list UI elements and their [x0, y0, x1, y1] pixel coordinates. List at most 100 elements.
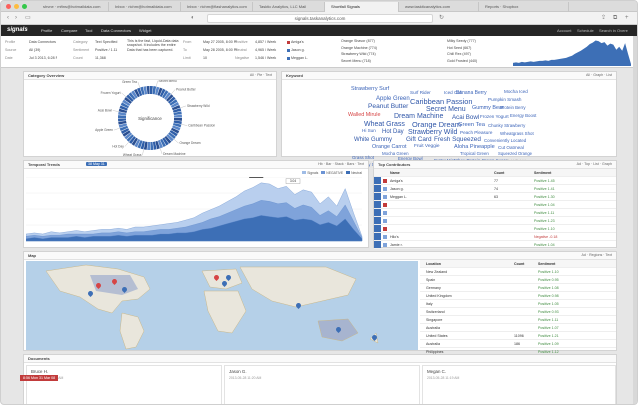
category-label[interactable]: Frozen Yogurt: [101, 91, 121, 95]
south-america[interactable]: [119, 312, 145, 350]
keyword-term[interactable]: Caribbean Passion: [410, 98, 472, 106]
keyword-term[interactable]: Orange Carrot: [372, 144, 406, 150]
category-label[interactable]: Hot Day: [112, 144, 124, 148]
table-row[interactable]: Positive 1.04: [374, 201, 616, 209]
tabs-icon[interactable]: ⧉: [613, 15, 617, 22]
europe[interactable]: [201, 268, 243, 290]
keyword-term[interactable]: Secret Menu: [426, 106, 466, 113]
category-label[interactable]: Apple Green: [95, 128, 113, 132]
table-row[interactable]: Switzerland Positive 0.93: [420, 308, 616, 316]
ring-segment[interactable]: [150, 141, 154, 150]
column-header[interactable]: Sentiment: [538, 262, 555, 266]
browser-tab[interactable]: Reports · Shopbox: [479, 2, 569, 12]
keyword-term[interactable]: Banana Berry: [456, 91, 487, 96]
keyword-term[interactable]: Fresh Squeezed: [434, 136, 481, 143]
table-row[interactable]: United Kingdom Positive 0.98: [420, 292, 616, 300]
global-search[interactable]: Search in Overe: [599, 28, 628, 33]
column-header[interactable]: Sentiment: [534, 171, 551, 175]
table-row[interactable]: Amiga's 77 Positive 1.45: [374, 177, 616, 185]
world-map[interactable]: [26, 261, 418, 350]
category-label[interactable]: Strawberry Wild: [187, 104, 210, 108]
keyword-term[interactable]: Squeezed Orange: [498, 151, 532, 156]
browser-tab[interactable]: Inbox · richm@hotmaildata.com: [109, 2, 181, 12]
category-ring-chart[interactable]: Significance Secret Menu Peanut Butter Str…: [24, 80, 276, 156]
ring-segment[interactable]: [147, 141, 150, 150]
keyword-term[interactable]: Gift Card: [406, 136, 432, 143]
keyword-term[interactable]: Wheat Grass: [364, 121, 405, 128]
panel-controls[interactable]: Hb · Bar · Stack · Bars · Text: [318, 162, 364, 166]
keyword-term[interactable]: Peach Pleasure: [460, 130, 492, 136]
table-row[interactable]: Jason g. 74 Positive 1.41: [374, 185, 616, 193]
sidebar-icon[interactable]: ▭: [25, 15, 31, 22]
ring-segment[interactable]: [150, 86, 153, 95]
keyword-term[interactable]: Dream Machine: [394, 113, 443, 120]
table-row[interactable]: Jamie r. Positive 1.04: [374, 241, 616, 249]
browser-tab-active[interactable]: Shortfall Signals: [325, 2, 399, 12]
keyword-term[interactable]: Hi Sun: [362, 128, 376, 134]
address-bar[interactable]: signals.taskanalytics.com: [207, 14, 433, 23]
table-row[interactable]: New Zealand Positive 1.10: [420, 268, 616, 276]
category-label[interactable]: Acai Bowl: [98, 108, 112, 112]
table-row[interactable]: Italy Positive 1.05: [420, 300, 616, 308]
keyword-term[interactable]: Wheatgrass Shot: [500, 131, 534, 136]
category-label[interactable]: Orange Dream: [179, 141, 200, 145]
table-row[interactable]: Germany Positive 1.08: [420, 284, 616, 292]
keyword-term[interactable]: Apple Green: [376, 96, 410, 102]
nav-tool[interactable]: Tool: [85, 28, 92, 33]
keyword-term[interactable]: Fruit Veggie: [414, 144, 440, 150]
maximize-window-icon[interactable]: [22, 4, 27, 9]
table-row[interactable]: Spain Positive 0.95: [420, 276, 616, 284]
keyword-term[interactable]: Gummy Bear: [472, 105, 504, 111]
table-row[interactable]: Hilo's Negative -0.18: [374, 233, 616, 241]
table-row[interactable]: Australia 186 Positive 1.09: [420, 340, 616, 348]
africa[interactable]: [203, 290, 247, 334]
panel-controls[interactable]: Ad · Top · List · Graph: [577, 162, 612, 166]
panel-controls[interactable]: Ad · Regions · Text: [581, 253, 612, 257]
category-label[interactable]: Green Tea: [122, 80, 137, 84]
browser-tab[interactable]: Inbox · richm@flashanalytics.com: [181, 2, 253, 12]
reload-icon[interactable]: ↻: [439, 15, 444, 22]
nav-profile[interactable]: Profile: [41, 28, 52, 33]
keyword-term[interactable]: Orange Dream: [412, 121, 461, 129]
keyword-term[interactable]: Aloha Pineapple: [454, 144, 495, 151]
table-row[interactable]: Positive 1.11: [374, 209, 616, 217]
keyword-term[interactable]: Pumpkin Smash: [488, 97, 521, 103]
keyword-term[interactable]: Hot Day: [382, 129, 404, 135]
table-row[interactable]: United States 11096 Positive 1.21: [420, 332, 616, 340]
date-badge[interactable]: 38 May 31: [86, 162, 107, 166]
forward-icon[interactable]: ›: [15, 15, 17, 22]
asia[interactable]: [239, 266, 357, 308]
browser-tab[interactable]: shvne · mftns@hotmaildata.com: [37, 2, 109, 12]
shield-icon[interactable]: ◐: [191, 15, 195, 22]
nav-schedule[interactable]: Schedule: [577, 28, 594, 33]
document-card[interactable]: Jason G. 2013-05-28 11:20 AM: [224, 365, 420, 404]
document-card[interactable]: Bruce H. 2013-05-28 11:37 AM: [26, 365, 222, 404]
nav-data-connectors[interactable]: Data Connectors: [101, 28, 131, 33]
page-scrollbar[interactable]: [633, 36, 637, 404]
keyword-term[interactable]: Energy Boost: [510, 113, 536, 118]
panel-controls[interactable]: All · Graph · List: [586, 73, 612, 77]
keyword-term[interactable]: Peanut Butter: [368, 103, 408, 111]
add-tab-icon[interactable]: +: [625, 15, 629, 22]
table-row[interactable]: Australia Positive 1.07: [420, 324, 616, 332]
category-label[interactable]: Dream Machine: [163, 152, 186, 156]
keyword-term[interactable]: White Gummy: [354, 137, 392, 143]
column-header[interactable]: Location: [426, 262, 441, 266]
table-row[interactable]: Meggan L. 63 Positive 1.30: [374, 193, 616, 201]
table-row[interactable]: Positive 1.10: [374, 225, 616, 233]
table-row[interactable]: Positive 1.23: [374, 217, 616, 225]
minimize-window-icon[interactable]: [14, 4, 19, 9]
column-header[interactable]: Count: [494, 171, 504, 175]
ring-segment[interactable]: [118, 118, 127, 122]
category-label[interactable]: Peanut Butter: [176, 88, 196, 92]
ring-segment[interactable]: [173, 114, 182, 118]
nav-widget[interactable]: Widget: [139, 28, 151, 33]
keyword-term[interactable]: Surf Rider: [410, 90, 431, 96]
keyword-term[interactable]: Protein Berry: [500, 105, 526, 110]
status-toast[interactable]: 8:56 Mon 31 Mar 08: [20, 375, 59, 381]
back-icon[interactable]: ‹: [7, 15, 9, 22]
ring-segment[interactable]: [146, 86, 150, 95]
temporal-area-chart[interactable]: 5.023.04: [26, 177, 366, 247]
document-card[interactable]: Megan C. 2013-05-28 11:19 AM: [422, 365, 616, 404]
table-row[interactable]: Singapore Positive 1.11: [420, 316, 616, 324]
